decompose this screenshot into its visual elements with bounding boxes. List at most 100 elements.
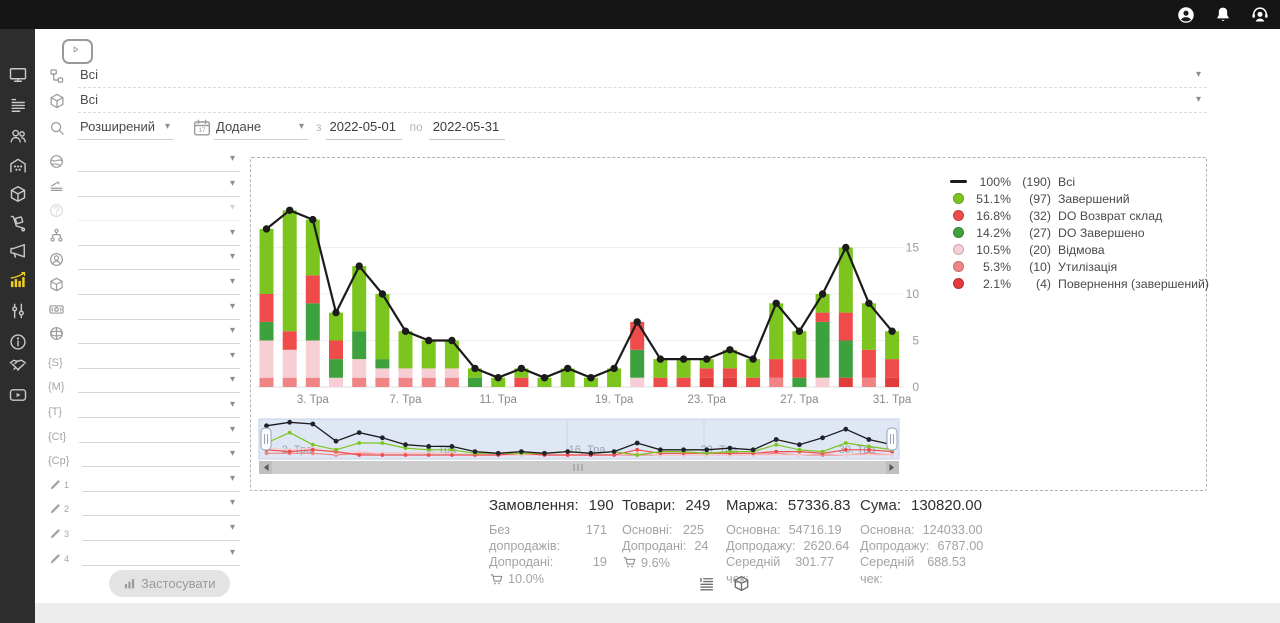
products-select[interactable]: Всі ▾ (78, 92, 1207, 113)
legend-dot (953, 210, 964, 221)
cart-icon (489, 572, 504, 587)
date-to-input[interactable]: 2022-05-31 (429, 119, 505, 140)
sidebar-item-info[interactable] (8, 332, 28, 352)
legend-item[interactable]: 51.1% (97) Завершений (945, 190, 1209, 207)
apply-button[interactable]: Застосувати (109, 570, 230, 597)
planet-icon (48, 325, 65, 342)
filter-select[interactable]: ▾ (78, 299, 240, 320)
legend-item[interactable]: 2.1% (4) Повернення (завершений) (945, 275, 1209, 292)
legend-count: (27) (1011, 226, 1051, 240)
filter-select[interactable]: ▾ (78, 225, 240, 246)
legend-item[interactable]: 100% (190) Всі (945, 173, 1209, 190)
filter-select[interactable]: ▾ (82, 446, 240, 467)
navigator-handle[interactable] (261, 428, 271, 450)
legend-item[interactable]: 16.8% (32) DO Возврат склад (945, 207, 1209, 224)
chevron-down-icon: ▾ (230, 449, 235, 459)
legend-item[interactable]: 14.2% (27) DO Завершено (945, 224, 1209, 241)
legend-line-symbol (950, 180, 967, 183)
filter-select: ▾ (78, 200, 240, 221)
legend-label: Утилізація (1058, 260, 1117, 274)
filter-select[interactable]: ▾ (79, 422, 240, 443)
filter-select[interactable]: ▾ (82, 495, 240, 516)
sidebar-item-clients[interactable] (8, 126, 28, 146)
chevron-down-icon: ▾ (230, 154, 235, 164)
search-mode-value: Розширений (80, 119, 155, 134)
legend-item[interactable]: 10.5% (20) Відмова (945, 241, 1209, 258)
filter-row-braces-cp: {Cp} ▾ (48, 446, 240, 467)
chart-icon (123, 577, 136, 590)
statuses-select[interactable]: Всі ▾ (78, 67, 1207, 88)
filter-select[interactable]: ▾ (78, 176, 240, 197)
chevron-down-icon: ▾ (230, 203, 235, 213)
chevron-down-icon: ▾ (1196, 70, 1201, 80)
braces-cp-icon: {Cp} (48, 455, 69, 467)
filter-select[interactable]: ▾ (82, 520, 240, 541)
braces-s-icon: {S} (48, 357, 65, 369)
sidebar-item-settings[interactable] (8, 301, 28, 321)
chevron-down-icon: ▾ (230, 228, 235, 238)
date-from-input[interactable]: 2022-05-01 (326, 119, 402, 140)
chevron-down-icon: ▾ (230, 252, 235, 262)
pencil-2-icon: 2 (48, 501, 69, 516)
top-bar (0, 0, 1280, 29)
account-icon[interactable] (1176, 5, 1196, 25)
filter-select[interactable]: ▾ (78, 249, 240, 270)
apply-button-label: Застосувати (141, 576, 216, 591)
filter-row-statuses: Всі ▾ (48, 67, 1207, 88)
legend-dot (953, 227, 964, 238)
sidebar-item-products[interactable] (8, 184, 28, 204)
svg-text:7. Тра: 7. Тра (390, 394, 423, 406)
date-from-label: з (316, 120, 322, 140)
toggle-cube-icon[interactable] (732, 574, 751, 593)
sidebar-item-desktop[interactable] (8, 65, 28, 85)
filter-select[interactable]: ▾ (78, 372, 240, 393)
filter-row-globe: ▾ (48, 151, 240, 172)
navigator-handle[interactable] (887, 428, 897, 450)
sidebar-item-partners[interactable] (8, 356, 28, 376)
chart-scrollbar[interactable] (259, 461, 899, 474)
filter-row-lines: ▾ (48, 176, 240, 197)
toggle-list-icon[interactable] (697, 574, 716, 593)
pencil-4-icon: 4 (48, 551, 69, 566)
sidebar-item-video[interactable] (8, 385, 28, 405)
sidebar-item-orders[interactable] (8, 95, 28, 115)
chevron-down-icon: ▾ (230, 351, 235, 361)
stat-subrow: Допродажу:6787.00 (860, 538, 966, 554)
date-field-value: Додане (216, 119, 261, 134)
filter-select[interactable]: ▾ (82, 545, 240, 566)
sidebar-item-analytics[interactable] (8, 270, 28, 290)
legend-item[interactable]: 5.3% (10) Утилізація (945, 258, 1209, 275)
pencil-3-icon: 3 (48, 526, 69, 541)
chart-navigator[interactable]: 2. Тра9. Тра16. Тра23. Тра30. Тра (259, 419, 899, 459)
upsell-share: 10.0% (489, 572, 607, 587)
legend-count: (10) (1011, 260, 1051, 274)
legend-count: (97) (1011, 192, 1051, 206)
help-icon (48, 202, 65, 219)
filter-select[interactable]: ▾ (78, 397, 240, 418)
support-icon[interactable] (1250, 5, 1270, 25)
filter-row-braces-s: {S} ▾ (48, 348, 240, 369)
sidebar-item-warehouse[interactable] (8, 156, 28, 176)
svg-text:23. Тра: 23. Тра (688, 394, 727, 406)
help-video-button[interactable] (62, 39, 93, 64)
filter-select[interactable]: ▾ (78, 348, 240, 369)
sidebar-item-marketing[interactable] (8, 241, 28, 261)
filter-select[interactable]: ▾ (78, 274, 240, 295)
filter-row-planet: ▾ (48, 323, 240, 344)
filter-select[interactable]: ▾ (78, 151, 240, 172)
statuses-icon (48, 67, 66, 85)
stat-subrow: Без допродажів:171 (489, 522, 607, 554)
stat-column: Товари:249Основні:225Допродані:249.6% (622, 497, 704, 570)
filter-row-products: Всі ▾ (48, 92, 1207, 113)
products-value: Всі (80, 92, 98, 107)
sidebar-item-supply[interactable] (8, 213, 28, 233)
date-field-select[interactable]: Додане ▾ (214, 119, 308, 140)
filter-select[interactable]: ▾ (82, 471, 240, 492)
search-mode-select[interactable]: Розширений ▾ (78, 119, 174, 140)
banknote-icon (48, 301, 65, 318)
app-logo[interactable] (8, 1, 40, 27)
notifications-icon[interactable] (1213, 5, 1233, 25)
filter-select[interactable]: ▾ (78, 323, 240, 344)
stat-title: Товари:249 (622, 497, 704, 514)
legend-percent: 51.1% (971, 192, 1011, 206)
